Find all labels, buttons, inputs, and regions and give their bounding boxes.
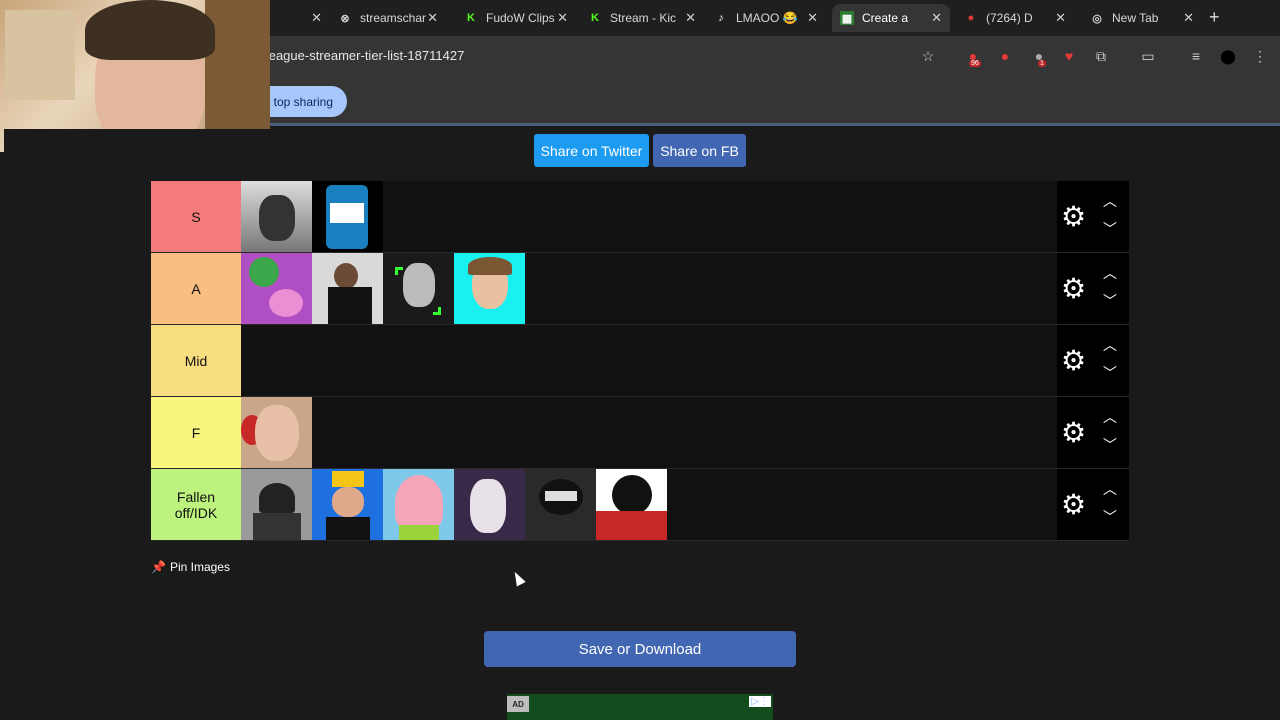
gear-icon[interactable]: ⚙ [1061, 419, 1086, 447]
tab-6[interactable]: ● (7264) D ✕ [956, 4, 1074, 32]
cast-icon[interactable]: ▭ [1139, 47, 1157, 65]
streamer-image[interactable] [525, 469, 596, 540]
close-icon[interactable]: ✕ [557, 10, 568, 26]
close-icon[interactable]: ✕ [807, 10, 818, 26]
streamer-image[interactable] [454, 253, 525, 324]
close-icon[interactable]: ✕ [1183, 10, 1194, 26]
tier-items[interactable] [241, 181, 1057, 252]
tier-controls: ⚙ ︿ ﹀ [1057, 181, 1129, 252]
close-icon[interactable]: ✕ [427, 10, 438, 26]
streamer-image[interactable] [383, 253, 454, 324]
kick-icon: K [591, 12, 599, 24]
chevron-up-icon[interactable]: ︿ [1101, 191, 1119, 211]
tier-controls: ⚙ ︿ ﹀ [1057, 253, 1129, 324]
tier-items[interactable] [241, 325, 1057, 396]
streamer-image[interactable] [241, 397, 312, 468]
chrome-icon: ◎ [1092, 12, 1102, 25]
tier-label[interactable]: Mid [151, 325, 241, 396]
tab-2[interactable]: K FudoW Clips ✕ [456, 4, 576, 32]
chevron-down-icon[interactable]: ﹀ [1101, 435, 1119, 455]
tier-row: S ⚙ ︿ ﹀ [151, 181, 1129, 253]
chevron-up-icon[interactable]: ︿ [1101, 263, 1119, 283]
streamer-image[interactable] [383, 469, 454, 540]
streamer-image[interactable] [241, 253, 312, 324]
poster [5, 10, 75, 100]
streamscharts-icon: ⊗ [340, 12, 350, 25]
tier-row: F ⚙ ︿ ﹀ [151, 397, 1129, 469]
pushpin-icon: 📌 [151, 560, 166, 574]
tier-items[interactable] [241, 253, 1057, 324]
tab-3[interactable]: K Stream - Kic ✕ [580, 4, 704, 32]
menu-icon[interactable]: ⋮ [1251, 47, 1269, 65]
tier-label[interactable]: F [151, 397, 241, 468]
address-bar[interactable]: z-league-streamer-tier-list-18711427 [255, 48, 464, 63]
pin-images-toggle[interactable]: 📌 Pin Images [151, 560, 230, 574]
streamer-image[interactable] [312, 469, 383, 540]
tier-row: Fallen off/IDK ⚙ ︿ ﹀ [151, 469, 1129, 541]
ad-banner[interactable]: AD ▷⋮ [507, 694, 773, 720]
adchoices-icon[interactable]: ▷⋮ [749, 696, 771, 707]
star-icon[interactable]: ☆ [919, 47, 937, 65]
hair [85, 0, 215, 60]
kick-icon: K [467, 12, 475, 24]
tier-controls: ⚙ ︿ ﹀ [1057, 397, 1129, 468]
streamer-image[interactable] [454, 469, 525, 540]
streamer-image[interactable] [241, 469, 312, 540]
tier-items[interactable] [241, 469, 1057, 540]
new-tab-button[interactable]: + [1209, 7, 1220, 28]
chevron-up-icon[interactable]: ︿ [1101, 407, 1119, 427]
extension-icon[interactable]: ● [996, 47, 1014, 65]
chevron-down-icon[interactable]: ﹀ [1101, 219, 1119, 239]
streamer-image[interactable] [596, 469, 667, 540]
close-icon[interactable]: ✕ [1055, 10, 1066, 26]
tab-5[interactable]: ▦ Create a ✕ [832, 4, 950, 32]
tier-controls: ⚙ ︿ ﹀ [1057, 469, 1129, 540]
tier-label[interactable]: A [151, 253, 241, 324]
share-twitter-button[interactable]: Share on Twitter [534, 134, 649, 167]
gear-icon[interactable]: ⚙ [1061, 203, 1086, 231]
close-icon[interactable]: ✕ [311, 10, 322, 26]
tier-controls: ⚙ ︿ ﹀ [1057, 325, 1129, 396]
save-or-download-button[interactable]: Save or Download [484, 631, 796, 667]
close-icon[interactable]: ✕ [931, 10, 942, 26]
tab-1[interactable]: ⊗ streamschar ✕ [330, 4, 446, 32]
tier-list: S ⚙ ︿ ﹀ A ⚙ ︿ ﹀ Mid ⚙ ︿ ﹀ F ⚙ ︿ ﹀ Fallen… [151, 181, 1129, 541]
chevron-up-icon[interactable]: ︿ [1101, 335, 1119, 355]
chevron-down-icon[interactable]: ﹀ [1101, 363, 1119, 383]
share-fb-button[interactable]: Share on FB [653, 134, 746, 167]
tiktok-icon: ♪ [718, 12, 724, 24]
tab-4[interactable]: ♪ LMAOO 😂 ✕ [706, 4, 826, 32]
ad-label: AD [507, 696, 529, 712]
chevron-down-icon[interactable]: ﹀ [1101, 291, 1119, 311]
streamer-image[interactable] [241, 181, 312, 252]
streamer-image[interactable] [312, 181, 383, 252]
gear-icon[interactable]: ⚙ [1061, 275, 1086, 303]
tier-label[interactable]: Fallen off/IDK [151, 469, 241, 540]
tab-7[interactable]: ◎ New Tab ✕ [1082, 4, 1202, 32]
chevron-up-icon[interactable]: ︿ [1101, 479, 1119, 499]
tier-items[interactable] [241, 397, 1057, 468]
close-icon[interactable]: ✕ [685, 10, 696, 26]
media-icon[interactable]: ≡ [1187, 47, 1205, 65]
twitch-icon: ● [967, 12, 975, 24]
extension-icon[interactable]: ♥ [1060, 47, 1078, 65]
tier-label[interactable]: S [151, 181, 241, 252]
extension-badge: 1 [1038, 60, 1046, 67]
avatar[interactable]: ⬤ [1219, 47, 1237, 65]
pin-images-label: Pin Images [169, 560, 230, 574]
tier-row: Mid ⚙ ︿ ﹀ [151, 325, 1129, 397]
streamer-image[interactable] [312, 253, 383, 324]
puzzle-icon[interactable]: ⧉ [1092, 47, 1110, 65]
tiermaker-icon: ▦ [840, 11, 854, 25]
tier-row: A ⚙ ︿ ﹀ [151, 253, 1129, 325]
gear-icon[interactable]: ⚙ [1061, 347, 1086, 375]
gear-icon[interactable]: ⚙ [1061, 491, 1086, 519]
extension-badge: 96 [969, 60, 981, 67]
chevron-down-icon[interactable]: ﹀ [1101, 507, 1119, 527]
